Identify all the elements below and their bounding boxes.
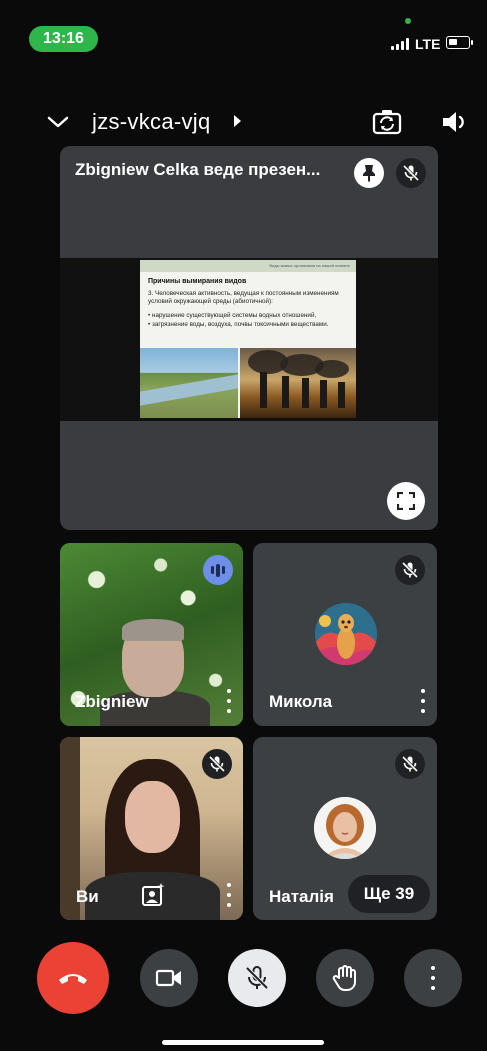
presentation-slide: Виды живых организмов на нашей планете П… (140, 260, 356, 418)
participant-name: Наталія (269, 887, 334, 906)
participant-tile-zbigniew[interactable]: Zbigniew (60, 543, 243, 726)
mic-off-badge (202, 749, 232, 779)
slide-header-text: Виды живых организмов на нашей планете (140, 260, 356, 272)
more-vert-icon[interactable] (224, 883, 234, 907)
status-time: 13:16 (29, 26, 98, 52)
mic-off-badge (395, 555, 425, 585)
more-vert-icon[interactable] (418, 689, 428, 713)
battery-level (449, 39, 457, 45)
end-call-button[interactable] (37, 942, 109, 1014)
mic-off-icon (402, 164, 420, 182)
meerkat-avatar-image (315, 603, 377, 665)
avatar (314, 797, 376, 859)
slide-bullet: • загрязнение воды, воздуха, почвы токси… (148, 321, 329, 328)
more-participants-button[interactable]: Ще 39 (348, 875, 430, 913)
mic-off-badge (396, 158, 426, 188)
pin-button[interactable] (354, 158, 384, 188)
participant-face (125, 781, 180, 853)
fullscreen-icon (397, 492, 415, 510)
slide-body: 3. Человеческая активность, ведущая к по… (148, 290, 339, 305)
slide-image-canal (140, 348, 238, 418)
privacy-indicator (405, 18, 411, 24)
more-vert-icon[interactable] (224, 689, 234, 713)
slide-image-factory (240, 348, 356, 418)
slide-bullet-text: загрязнение воды, воздуха, почвы токсичн… (151, 321, 329, 328)
mic-off-badge (395, 749, 425, 779)
call-controls (0, 940, 487, 1020)
caret-right-icon[interactable] (232, 114, 242, 128)
speaking-icon (203, 555, 233, 585)
participant-name: Ви (76, 887, 99, 906)
slide-heading: Причины вымирания видов (148, 278, 247, 285)
participant-tile-mykola[interactable]: Микола (253, 543, 437, 726)
visual-effects-icon[interactable] (141, 883, 165, 907)
participant-tile-nataliia[interactable]: Наталія Ще 39 (253, 737, 437, 920)
fullscreen-button[interactable] (387, 482, 425, 520)
participant-name: Zbigniew (75, 692, 149, 711)
meeting-code[interactable]: jzs-vkca-vjq (92, 109, 211, 135)
mic-off-icon (401, 561, 419, 579)
participant-name: Микола (269, 692, 333, 711)
speaker-icon[interactable] (440, 108, 470, 136)
battery-icon (446, 36, 473, 49)
raise-hand-icon (332, 965, 356, 991)
meeting-header: jzs-vkca-vjq (0, 100, 487, 144)
mic-off-icon (208, 755, 226, 773)
more-options-button[interactable] (404, 949, 462, 1007)
mic-off-icon (245, 966, 269, 990)
microphone-button[interactable] (228, 949, 286, 1007)
slide-bullet-text: нарушение существующей системы водных от… (151, 312, 317, 319)
more-vert-icon (428, 966, 438, 990)
shared-screen: Виды живых организмов на нашей планете П… (60, 258, 438, 421)
slide-bullet: • нарушение существующей системы водных … (148, 312, 317, 319)
end-call-icon (59, 974, 87, 984)
raise-hand-button[interactable] (316, 949, 374, 1007)
participant-hair (122, 619, 184, 641)
camera-switch-icon[interactable] (372, 108, 402, 136)
pin-icon (363, 165, 375, 182)
avatar (315, 603, 377, 665)
presentation-tile[interactable]: Zbigniew Celka веде презен... Виды живых… (60, 146, 438, 530)
camera-icon (155, 969, 181, 987)
chevron-down-icon[interactable] (46, 110, 70, 134)
signal-icon (391, 38, 409, 50)
status-bar: 13:16 LTE (0, 0, 487, 70)
mic-off-icon (401, 755, 419, 773)
presentation-title: Zbigniew Celka веде презен... (75, 160, 321, 179)
home-indicator[interactable] (162, 1040, 324, 1045)
woman-avatar-image (314, 797, 376, 859)
participant-tile-self[interactable]: Ви (60, 737, 243, 920)
network-type: LTE (415, 36, 441, 52)
camera-button[interactable] (140, 949, 198, 1007)
